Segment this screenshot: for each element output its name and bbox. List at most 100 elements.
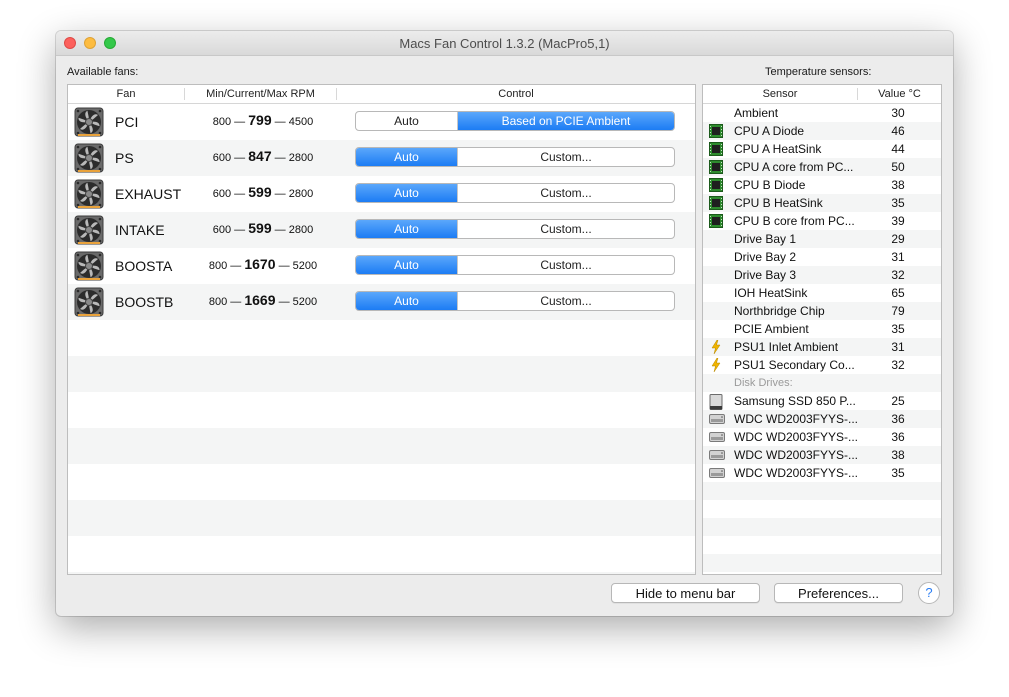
sensor-row: PCIE Ambient 35: [703, 320, 941, 338]
auto-button[interactable]: Auto: [356, 220, 458, 238]
rpm-current: 599: [248, 220, 272, 236]
fan-name: INTAKE: [115, 222, 165, 238]
sensor-value: 25: [891, 394, 905, 408]
chip-icon: [709, 160, 723, 174]
empty-row: [703, 518, 941, 536]
sensor-name: PCIE Ambient: [734, 322, 809, 336]
sensors-table-header: Sensor Value °C: [703, 85, 941, 104]
fan-name: BOOSTB: [115, 294, 174, 310]
sensor-row: CPU A HeatSink 44: [703, 140, 941, 158]
custom-button[interactable]: Custom...: [458, 184, 674, 202]
fan-name: BOOSTA: [115, 258, 173, 274]
fan-rpm: 600 — 599 — 2800: [212, 184, 314, 200]
rpm-min: 800: [208, 260, 228, 272]
sensor-row: CPU A Diode 46: [703, 122, 941, 140]
auto-button[interactable]: Auto: [356, 256, 458, 274]
sensor-value: 39: [891, 214, 905, 228]
sensor-name: CPU B HeatSink: [734, 196, 823, 210]
column-header-sensor[interactable]: Sensor: [703, 85, 857, 103]
empty-row: [68, 320, 695, 356]
auto-button[interactable]: Auto: [356, 148, 458, 166]
sensor-name: WDC WD2003FYYS-...: [734, 466, 859, 480]
fan-row: PS 600 — 847 — 2800 Auto Custom...: [68, 140, 695, 176]
sensor-row: Samsung SSD 850 P... 25: [703, 392, 941, 410]
fans-table-body: PCI 800 — 799 — 4500 Auto Based on PCIE Amb…: [68, 104, 695, 574]
sensor-name: Samsung SSD 850 P...: [734, 394, 856, 408]
rpm-current: 799: [248, 112, 272, 128]
sensor-row: WDC WD2003FYYS-... 36: [703, 410, 941, 428]
fan-icon: [74, 179, 104, 209]
sensor-name: PSU1 Inlet Ambient: [734, 340, 839, 354]
chip-icon: [709, 196, 723, 210]
empty-row: [703, 500, 941, 518]
column-header-fan[interactable]: Fan: [68, 85, 184, 103]
fan-icon: [74, 107, 104, 137]
sensor-name: CPU A Diode: [734, 124, 805, 138]
auto-button[interactable]: Auto: [356, 184, 458, 202]
auto-button[interactable]: Auto: [356, 112, 458, 130]
custom-button[interactable]: Custom...: [458, 220, 674, 238]
sensor-value: 79: [891, 304, 905, 318]
column-header-value[interactable]: Value °C: [858, 85, 941, 103]
rpm-min: 800: [208, 296, 228, 308]
custom-button[interactable]: Based on PCIE Ambient: [458, 112, 674, 130]
custom-button[interactable]: Custom...: [458, 256, 674, 274]
sensor-row: WDC WD2003FYYS-... 38: [703, 446, 941, 464]
column-header-control[interactable]: Control: [337, 85, 695, 103]
sensor-row: Ambient 30: [703, 104, 941, 122]
column-header-rpm[interactable]: Min/Current/Max RPM: [185, 85, 336, 103]
rpm-current: 1669: [244, 292, 276, 308]
control-segmented: Auto Custom...: [355, 291, 675, 311]
auto-button[interactable]: Auto: [356, 292, 458, 310]
control-segmented: Auto Custom...: [355, 183, 675, 203]
rpm-current: 599: [248, 184, 272, 200]
control-segmented: Auto Custom...: [355, 219, 675, 239]
preferences-button[interactable]: Preferences...: [774, 583, 903, 603]
sensor-row: PSU1 Secondary Co... 32: [703, 356, 941, 374]
chip-icon: [709, 214, 723, 228]
sensor-name: Ambient: [734, 106, 779, 120]
temperature-sensors-label: Temperature sensors:: [765, 66, 872, 78]
hide-to-menu-bar-button[interactable]: Hide to menu bar: [611, 583, 760, 603]
sensor-row: Drive Bay 1 29: [703, 230, 941, 248]
sensor-value: 29: [891, 232, 905, 246]
custom-button[interactable]: Custom...: [458, 148, 674, 166]
empty-row: [68, 500, 695, 536]
fan-row: BOOSTB 800 — 1669 — 5200 Auto Custom...: [68, 284, 695, 320]
sensor-row: Northbridge Chip 79: [703, 302, 941, 320]
sensor-value: 30: [891, 106, 905, 120]
sensor-row: CPU B core from PC... 39: [703, 212, 941, 230]
rpm-max: 2800: [288, 152, 314, 164]
control-segmented: Auto Custom...: [355, 147, 675, 167]
fan-name: PCI: [115, 114, 139, 130]
fan-row: PCI 800 — 799 — 4500 Auto Based on PCIE Amb…: [68, 104, 695, 140]
fan-name: EXHAUST: [115, 186, 182, 202]
sensor-name: WDC WD2003FYYS-...: [734, 448, 859, 462]
empty-row: [68, 392, 695, 428]
fans-table: Fan Min/Current/Max RPM Control PCI 800 —…: [67, 84, 696, 575]
custom-button[interactable]: Custom...: [458, 292, 674, 310]
fan-icon: [74, 215, 104, 245]
fan-row: BOOSTA 800 — 1670 — 5200 Auto Custom...: [68, 248, 695, 284]
fan-rpm: 800 — 1670 — 5200: [208, 256, 318, 272]
sensor-row: Drive Bay 2 31: [703, 248, 941, 266]
hdd-icon: [709, 448, 725, 462]
help-button[interactable]: ?: [918, 582, 940, 604]
fan-rpm: 600 — 599 — 2800: [212, 220, 314, 236]
sensor-row: PSU1 Inlet Ambient 31: [703, 338, 941, 356]
fan-icon: [74, 143, 104, 173]
sensor-value: 38: [891, 448, 905, 462]
fan-rpm: 800 — 1669 — 5200: [208, 292, 318, 308]
sensor-name: Northbridge Chip: [734, 304, 825, 318]
fan-icon: [74, 287, 104, 317]
hdd-icon: [709, 466, 725, 480]
title-bar: Macs Fan Control 1.3.2 (MacPro5,1): [56, 31, 953, 56]
sensor-group-header: Disk Drives:: [703, 374, 941, 392]
sensor-value: 44: [891, 142, 905, 156]
rpm-current: 1670: [244, 256, 276, 272]
sensor-value: 35: [891, 196, 905, 210]
fan-icon: [74, 251, 104, 281]
sensor-row: CPU A core from PC... 50: [703, 158, 941, 176]
sensor-value: 46: [891, 124, 905, 138]
sensor-value: 38: [891, 178, 905, 192]
